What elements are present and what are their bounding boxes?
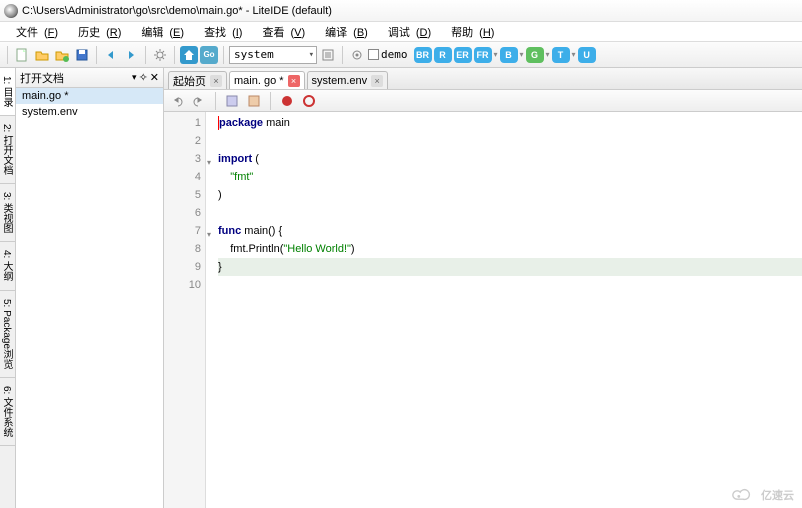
code-body[interactable]: package main import ( "fmt") func main() {… bbox=[206, 112, 802, 508]
tab-close-icon[interactable]: × bbox=[288, 75, 300, 87]
menu-debug[interactable]: 调试(D) bbox=[376, 22, 437, 42]
watermark: 亿速云 bbox=[729, 486, 794, 504]
menu-view[interactable]: 查看(V) bbox=[250, 22, 311, 42]
toolbar-pill-er[interactable]: ER bbox=[454, 47, 472, 63]
menu-build[interactable]: 编译(B) bbox=[313, 22, 374, 42]
code-line[interactable]: func main() { bbox=[218, 222, 802, 240]
rail-item-0[interactable]: 1: 目录 bbox=[0, 68, 15, 116]
demo-checkbox[interactable] bbox=[368, 49, 379, 60]
menu-history[interactable]: 历史(R) bbox=[66, 22, 127, 42]
line-number: 6 bbox=[164, 204, 201, 222]
sidebar-list: main.go *system.env bbox=[16, 88, 163, 508]
line-number: 1 bbox=[164, 114, 201, 132]
settings-icon[interactable] bbox=[151, 46, 169, 64]
code-line[interactable] bbox=[218, 204, 802, 222]
menu-help[interactable]: 帮助(H) bbox=[439, 22, 500, 42]
line-number: 10 bbox=[164, 276, 201, 294]
title-bar: C:\Users\Administrator\go\src\demo\main.… bbox=[0, 0, 802, 22]
tab-close-icon[interactable]: × bbox=[210, 75, 222, 87]
toolbar-pill-g[interactable]: G bbox=[526, 47, 544, 63]
line-number: 7▾ bbox=[164, 222, 201, 240]
rail-item-5[interactable]: 6: 文件系统 bbox=[0, 378, 15, 446]
nav-forward-icon[interactable] bbox=[122, 46, 140, 64]
tab-label: system.env bbox=[312, 75, 368, 87]
menu-edit[interactable]: 编辑(E) bbox=[129, 22, 190, 42]
line-number: 9 bbox=[164, 258, 201, 276]
redo-icon[interactable] bbox=[190, 92, 208, 110]
app-icon bbox=[4, 4, 18, 18]
tab-label: main. go * bbox=[234, 75, 284, 87]
save-icon[interactable] bbox=[73, 46, 91, 64]
sidebar-pin-icon[interactable]: ✧ bbox=[139, 71, 148, 84]
toolbar-pill-fr[interactable]: FR bbox=[474, 47, 492, 63]
code-editor[interactable]: 123▾4567▾8910 package main import ( "fmt"… bbox=[164, 112, 802, 508]
add-folder-icon[interactable] bbox=[53, 46, 71, 64]
toolbar-pill-u[interactable]: U bbox=[578, 47, 596, 63]
go-icon[interactable]: Go bbox=[200, 46, 218, 64]
code-line[interactable]: package main bbox=[218, 114, 802, 132]
undo-icon[interactable] bbox=[168, 92, 186, 110]
tab-label: 起始页 bbox=[173, 73, 206, 89]
rail-item-1[interactable]: 2: 打开文档 bbox=[0, 116, 15, 184]
menu-bar: 文件(F) 历史(R) 编辑(E) 查找(I) 查看(V) 编译(B) 调试(D… bbox=[0, 22, 802, 42]
sidebar-dropdown-icon[interactable]: ▾ bbox=[132, 72, 137, 83]
toolbar-pill-r[interactable]: R bbox=[434, 47, 452, 63]
open-folder-icon[interactable] bbox=[33, 46, 51, 64]
editor-tab[interactable]: 起始页 × bbox=[168, 71, 227, 89]
rail-item-2[interactable]: 3: 类视图 bbox=[0, 184, 15, 242]
toolbar-pill-br[interactable]: BR bbox=[414, 47, 432, 63]
stop-icon[interactable] bbox=[300, 92, 318, 110]
sidebar-title: 打开文档 bbox=[20, 70, 130, 86]
sidebar-file-item[interactable]: main.go * bbox=[16, 88, 163, 104]
nav-back-icon[interactable] bbox=[102, 46, 120, 64]
sidebar-close-icon[interactable]: ✕ bbox=[150, 71, 159, 84]
home-icon[interactable] bbox=[180, 46, 198, 64]
editor-toolbar bbox=[164, 90, 802, 112]
rail-item-3[interactable]: 4: 大纲 bbox=[0, 242, 15, 290]
target-label: demo bbox=[381, 48, 408, 61]
fold-icon[interactable] bbox=[245, 92, 263, 110]
left-rail: 1: 目录2: 打开文档3: 类视图4: 大纲5: Package浏览6: 文件… bbox=[0, 68, 16, 508]
new-file-icon[interactable] bbox=[13, 46, 31, 64]
tab-close-icon[interactable]: × bbox=[371, 75, 383, 87]
code-line[interactable]: fmt.Println("Hello World!") bbox=[218, 240, 802, 258]
sidebar-header: 打开文档 ▾ ✧ ✕ bbox=[16, 68, 163, 88]
run-icon[interactable] bbox=[278, 92, 296, 110]
sidebar: 打开文档 ▾ ✧ ✕ main.go *system.env bbox=[16, 68, 164, 508]
editor-tab[interactable]: main. go * × bbox=[229, 71, 305, 89]
code-line[interactable]: } bbox=[218, 258, 802, 276]
tab-bar: 起始页×main. go *×system.env× bbox=[164, 68, 802, 90]
line-number: 8 bbox=[164, 240, 201, 258]
target-gear-icon[interactable] bbox=[348, 46, 366, 64]
rail-item-4[interactable]: 5: Package浏览 bbox=[0, 291, 15, 378]
code-line[interactable]: import ( bbox=[218, 150, 802, 168]
code-line[interactable] bbox=[218, 276, 802, 294]
line-number: 5 bbox=[164, 186, 201, 204]
code-line[interactable] bbox=[218, 132, 802, 150]
main-area: 1: 目录2: 打开文档3: 类视图4: 大纲5: Package浏览6: 文件… bbox=[0, 68, 802, 508]
editor-tab[interactable]: system.env× bbox=[307, 71, 389, 89]
main-toolbar: Go system demo BRRERFR▾B▾G▾T▾U bbox=[0, 42, 802, 68]
env-dropdown[interactable]: system bbox=[229, 46, 317, 64]
env-edit-icon[interactable] bbox=[319, 46, 337, 64]
line-number: 2 bbox=[164, 132, 201, 150]
menu-file[interactable]: 文件(F) bbox=[4, 22, 64, 42]
format-icon[interactable] bbox=[223, 92, 241, 110]
gutter: 123▾4567▾8910 bbox=[164, 112, 206, 508]
sidebar-file-item[interactable]: system.env bbox=[16, 104, 163, 120]
menu-find[interactable]: 查找(I) bbox=[192, 22, 248, 42]
line-number: 3▾ bbox=[164, 150, 201, 168]
code-line[interactable]: "fmt" bbox=[218, 168, 802, 186]
editor-zone: 起始页×main. go *×system.env× 123▾4567▾8910… bbox=[164, 68, 802, 508]
window-title: C:\Users\Administrator\go\src\demo\main.… bbox=[22, 5, 332, 17]
toolbar-pill-t[interactable]: T bbox=[552, 47, 570, 63]
line-number: 4 bbox=[164, 168, 201, 186]
code-line[interactable]: ) bbox=[218, 186, 802, 204]
toolbar-pill-b[interactable]: B bbox=[500, 47, 518, 63]
